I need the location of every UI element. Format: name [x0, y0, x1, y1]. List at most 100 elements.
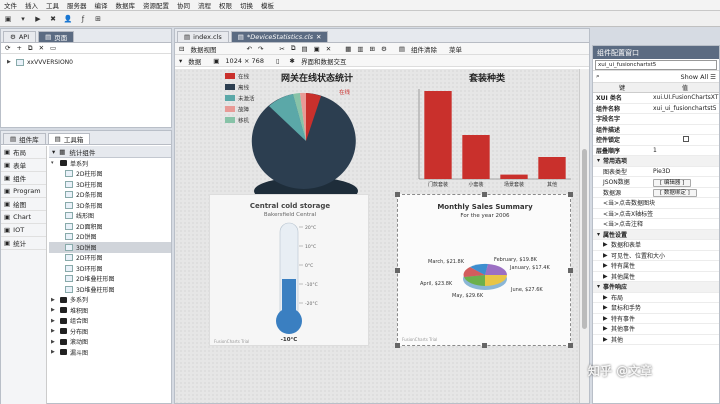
tree-item[interactable]: 线形图 — [49, 211, 171, 222]
tree-item[interactable]: 2D堆叠柱形图 — [49, 274, 171, 285]
dropdown-icon[interactable]: ▾ — [18, 15, 28, 23]
property-value[interactable]: Pie3D — [653, 168, 670, 175]
resize-handle[interactable] — [482, 343, 487, 348]
expand-icon[interactable]: ▶ — [593, 252, 611, 259]
datasource-button[interactable]: 数据 — [188, 56, 201, 66]
bar-2[interactable] — [500, 174, 528, 179]
property-sub2[interactable]: ▶ 数据和表单 — [593, 240, 719, 251]
tree-group[interactable]: ▶ 漏斗图 — [49, 347, 171, 358]
resize-handle[interactable] — [568, 343, 573, 348]
menu-item[interactable]: 插入 — [25, 0, 38, 10]
tree-group[interactable]: ▶ 堆积图 — [49, 305, 171, 316]
expand-icon[interactable]: ▶ — [593, 336, 611, 343]
save-icon[interactable]: ▣ — [3, 15, 13, 23]
refresh-icon[interactable]: ⟳ — [5, 44, 10, 52]
user-icon[interactable]: 👤 — [63, 15, 73, 23]
menu-item[interactable]: 编译 — [95, 0, 108, 10]
tree-item[interactable]: 3D条形图 — [49, 200, 171, 211]
menu-button[interactable]: 菜单 — [449, 44, 462, 54]
lock-checkbox[interactable] — [683, 135, 689, 142]
tab-index-cls[interactable]: ▤ index.cls — [177, 31, 229, 42]
folder-icon[interactable]: ▭ — [50, 44, 56, 52]
resize-handle[interactable] — [395, 268, 400, 273]
property-prop[interactable]: JSON数据[ 编辑器 ] — [593, 177, 719, 188]
menu-item[interactable]: 工具 — [46, 0, 59, 10]
property-group[interactable]: ▾ 事件响应 — [593, 282, 719, 293]
chevron-down-icon[interactable]: ▾ — [593, 157, 603, 164]
expand-icon[interactable]: ▶ — [593, 241, 611, 248]
cut-icon[interactable]: ✂ — [279, 45, 284, 53]
resize-handle[interactable] — [482, 192, 487, 197]
tree-group[interactable]: ▶ 组合图 — [49, 316, 171, 327]
menu-item[interactable]: 文件 — [4, 0, 17, 10]
delete-icon[interactable]: ✕ — [326, 45, 331, 53]
component-selector[interactable]: xui_ui_fusionchartst5 — [595, 60, 717, 70]
category-button[interactable]: ▣ 绘图 — [1, 198, 46, 211]
redo-icon[interactable]: ↷ — [258, 45, 263, 53]
property-row[interactable]: 控件锁定 — [593, 135, 719, 146]
property-value[interactable]: [ 数据绑定 ] — [653, 189, 697, 198]
component-clear-icon[interactable]: ▤ — [399, 45, 405, 53]
expand-icon[interactable]: ▶ — [593, 273, 611, 280]
property-row[interactable]: XUI 类名 xui.UI.FusionChartsXT — [593, 93, 719, 104]
expand-icon[interactable]: ▶ — [593, 262, 611, 269]
property-group[interactable]: ▾ 常用选项 — [593, 156, 719, 167]
align-icon[interactable]: ▦ — [345, 45, 351, 53]
tree-group[interactable]: ▶ 分布图 — [49, 326, 171, 337]
property-prop[interactable]: 图表类型 Pie3D — [593, 167, 719, 177]
property-row[interactable]: 层叠顺序 1 — [593, 146, 719, 156]
property-sub[interactable]: <当>点击注释 — [593, 219, 719, 230]
tree-item[interactable]: 2D饼图 — [49, 232, 171, 243]
delete-icon[interactable]: ✕ — [39, 44, 44, 52]
tree-item[interactable]: 2D条形图 — [49, 190, 171, 201]
tree-item[interactable]: 3D饼图 — [49, 242, 171, 253]
property-group[interactable]: ▾ 属性设置 — [593, 229, 719, 240]
sales-chart-selected[interactable]: Monthly Sales Summary For the year 2006 … — [395, 192, 573, 348]
tree-group[interactable]: ▶ 滚动图 — [49, 337, 171, 348]
property-sub2[interactable]: ▶ 可见性、位置和大小 — [593, 251, 719, 261]
property-sub2[interactable]: ▶ 其他事件 — [593, 324, 719, 335]
undo-icon[interactable]: ↶ — [246, 45, 251, 53]
function-icon[interactable]: ƒ — [78, 15, 88, 23]
copy-icon[interactable]: ⧉ — [28, 44, 33, 53]
component-clear-button[interactable]: 组件清除 — [411, 44, 437, 54]
expand-icon[interactable]: ▶ — [51, 349, 57, 355]
chevron-down-icon[interactable]: ▾ — [593, 283, 603, 290]
tree-item[interactable]: 3D柱形图 — [49, 179, 171, 190]
design-canvas[interactable]: 网关在线状态统计 在线离线未激活故障移机 离线 在线 套装种类 门款套装 小套装 场… — [175, 69, 579, 403]
mobile-icon[interactable]: ▯ — [276, 57, 280, 65]
expand-icon[interactable]: ▶ — [51, 339, 57, 345]
grid-icon[interactable]: ⊞ — [370, 45, 375, 53]
menu-item[interactable]: 服务器 — [67, 0, 87, 10]
category-button[interactable]: ▣ Chart — [1, 211, 46, 224]
copy-icon[interactable]: ⧉ — [291, 44, 296, 53]
expand-icon[interactable]: ▶ — [593, 304, 611, 311]
save-icon[interactable]: ▣ — [314, 45, 320, 53]
expand-icon[interactable]: ▶ — [51, 328, 57, 334]
filter-icon[interactable]: ☰ — [710, 73, 716, 81]
scrollbar-thumb[interactable] — [582, 149, 587, 329]
bar-1[interactable] — [462, 135, 490, 179]
property-sub2[interactable]: ▶ 其他属性 — [593, 272, 719, 282]
menu-item[interactable]: 资源配置 — [143, 0, 169, 10]
property-sub2[interactable]: ▶ 鼠标和手势 — [593, 303, 719, 314]
settings-icon[interactable]: ⚙ — [381, 45, 387, 53]
expand-icon[interactable]: ▶ — [593, 325, 611, 332]
menu-item[interactable]: 数据库 — [116, 0, 136, 10]
view-button[interactable]: 数据视图 — [190, 44, 216, 54]
category-button[interactable]: ▣ IOT — [1, 224, 46, 237]
tab-api[interactable]: ⚙ API — [3, 31, 37, 42]
tree-root[interactable]: ▶ xxVVVERSION0 — [1, 57, 171, 68]
interaction-button[interactable]: 界面和数据交互 — [301, 56, 347, 66]
tab-device-statistics[interactable]: ▤ *DeviceStatistics.cls ✕ — [230, 31, 329, 42]
menu-item[interactable]: 切换 — [240, 0, 253, 10]
property-sub[interactable]: <当>点击X轴标签 — [593, 209, 719, 219]
property-sub2[interactable]: ▶ 布局 — [593, 293, 719, 303]
property-sub2[interactable]: ▶ 特有属性 — [593, 261, 719, 272]
menu-item[interactable]: 模板 — [261, 0, 274, 10]
category-button[interactable]: ▣ 布局 — [1, 146, 46, 159]
category-button[interactable]: ▣ Program — [1, 185, 46, 198]
tree-group-single[interactable]: ▾ 单系列 — [49, 158, 171, 169]
tree-item[interactable]: 3D堆叠柱形图 — [49, 284, 171, 295]
resize-handle[interactable] — [568, 192, 573, 197]
